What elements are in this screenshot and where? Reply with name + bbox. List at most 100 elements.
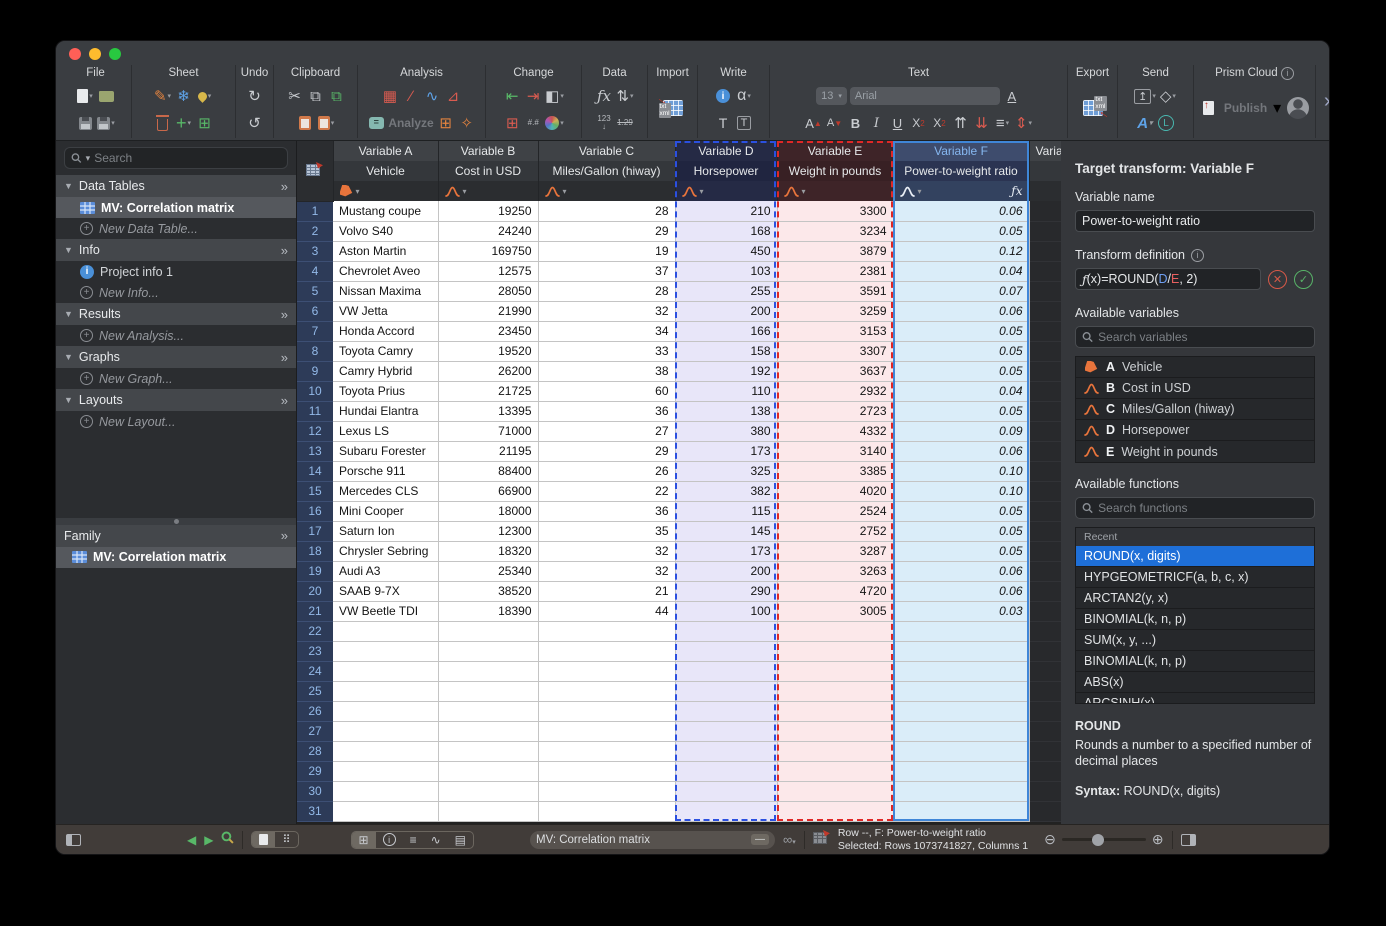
data-cell[interactable]: VW Beetle TDI [333,601,438,621]
data-cell[interactable]: 0.05 [893,401,1029,421]
data-cell[interactable]: 158 [675,341,777,361]
data-cell[interactable]: 0.05 [893,221,1029,241]
data-cell[interactable] [333,641,438,661]
data-cell[interactable]: 3591 [777,281,893,301]
data-cell[interactable]: 33 [538,341,675,361]
data-cell[interactable] [438,641,538,661]
data-cell[interactable]: 19250 [438,201,538,221]
data-cell[interactable]: 0.03 [893,601,1029,621]
column-subtitle[interactable]: Weight in pounds [777,161,893,181]
data-cell[interactable]: 66900 [438,481,538,501]
data-cell[interactable]: 38520 [438,581,538,601]
data-cell[interactable] [438,781,538,801]
data-cell[interactable]: 23450 [438,321,538,341]
fill-icon[interactable]: ◧▾ [545,86,564,106]
status-search-icon[interactable] [221,831,234,849]
data-cell[interactable]: Toyota Camry [333,341,438,361]
data-cell[interactable] [893,741,1029,761]
function-item[interactable]: ARCTAN2(y, x) [1076,588,1314,609]
data-cell[interactable]: 0.09 [893,421,1029,441]
data-cell[interactable]: Chevrolet Aveo [333,261,438,281]
data-cell[interactable]: 0.12 [893,241,1029,261]
zoom-slider-thumb[interactable] [1092,834,1104,846]
sidebar-splitter[interactable] [56,518,296,525]
data-cell[interactable]: 0.05 [893,541,1029,561]
section-overflow-icon[interactable]: » [281,243,288,258]
data-cell[interactable]: Mercedes CLS [333,481,438,501]
data-cell[interactable] [538,661,675,681]
add-sheet-button[interactable]: ⊞ [196,113,214,133]
toggle-sidebar-button[interactable] [66,834,81,846]
data-cell[interactable] [333,741,438,761]
section-graphs[interactable]: ▼ Graphs » [56,346,296,368]
data-cell[interactable]: 0.05 [893,501,1029,521]
data-cell[interactable]: 26200 [438,361,538,381]
export-button[interactable]: →txtxml [1083,88,1103,128]
column-header[interactable]: Variable A [333,141,438,161]
function-item[interactable]: BINOMIAL(k, n, p) [1076,609,1314,630]
data-cell[interactable]: 200 [675,301,777,321]
chevron-down-icon[interactable]: ▼ [64,245,73,255]
row-number-cell[interactable]: 9 [297,361,333,381]
data-cell[interactable]: 2524 [777,501,893,521]
row-number-cell[interactable]: 27 [297,721,333,741]
wand-icon[interactable]: ✧ [458,113,476,133]
analysis-table-icon[interactable]: ⊞ [437,113,455,133]
data-cell[interactable] [777,801,893,821]
new-file-button[interactable]: ▾ [76,86,94,106]
text-tool-icon[interactable]: T [714,113,732,133]
data-cell[interactable] [893,761,1029,781]
row-number-cell[interactable]: 8 [297,341,333,361]
highlight-sheet-button[interactable]: ✎▾ [154,86,172,106]
font-style-icon[interactable]: A [1003,86,1021,106]
data-cell[interactable]: 3879 [777,241,893,261]
toggle-right-panel-button[interactable] [1181,834,1196,846]
data-cell[interactable]: 28 [538,201,675,221]
search-functions-box[interactable] [1075,497,1315,519]
function-item[interactable]: ABS(x) [1076,672,1314,693]
data-cell[interactable] [538,741,675,761]
data-cell[interactable]: 0.05 [893,321,1029,341]
new-layout-button[interactable]: + New Layout... [56,411,296,432]
data-cell[interactable]: 32 [538,301,675,321]
transform-info-icon[interactable]: i [1191,249,1204,262]
data-cell[interactable] [438,681,538,701]
data-cell[interactable]: 3637 [777,361,893,381]
sidebar-item-correlation-matrix[interactable]: MV: Correlation matrix [56,197,296,218]
sidebar-search-input[interactable] [94,151,281,165]
column-header[interactable]: Variable G [1029,141,1061,161]
save-button[interactable] [76,113,94,133]
data-cell[interactable]: Camry Hybrid [333,361,438,381]
axis-analysis-icon[interactable]: ⊿ [444,86,462,106]
column-type-cell[interactable] [1029,181,1061,201]
data-cell[interactable]: 3307 [777,341,893,361]
row-number-cell[interactable]: 6 [297,301,333,321]
column-subtitle[interactable]: Miles/Gallon (hiway) [538,161,675,181]
column-type-cell[interactable]: ▾ [538,181,675,201]
function-item[interactable]: SUM(x, y, ...) [1076,630,1314,651]
data-cell[interactable]: 4720 [777,581,893,601]
data-cell[interactable]: 29 [538,221,675,241]
data-cell[interactable] [675,741,777,761]
section-layouts[interactable]: ▼ Layouts » [56,389,296,411]
data-cell[interactable]: 32 [538,561,675,581]
data-cell[interactable]: 18390 [438,601,538,621]
increase-font-button[interactable]: A▲ [805,113,823,133]
data-cell[interactable] [538,801,675,821]
zoom-in-button[interactable]: ⊕ [1152,831,1164,848]
greek-alpha-button[interactable]: α▾ [735,86,753,106]
data-cell[interactable] [777,701,893,721]
heatmap-analysis-icon[interactable]: ▦ [381,86,399,106]
data-cell[interactable] [893,781,1029,801]
share-button[interactable]: ↥▾ [1134,86,1156,106]
data-cell[interactable]: 0.05 [893,521,1029,541]
toolbar-overflow-button[interactable]: » [1316,65,1330,138]
variable-item[interactable]: BCost in USD [1076,378,1314,399]
data-cell[interactable]: 37 [538,261,675,281]
data-cell[interactable]: 3385 [777,461,893,481]
data-cell[interactable]: Subaru Forester [333,441,438,461]
line-spacing-button[interactable]: ⇕▾ [1015,113,1033,133]
data-cell[interactable]: 60 [538,381,675,401]
transform-definition-input[interactable]: ƒ(x)=ROUND(D/E, 2) [1075,268,1261,290]
data-cell[interactable] [333,801,438,821]
